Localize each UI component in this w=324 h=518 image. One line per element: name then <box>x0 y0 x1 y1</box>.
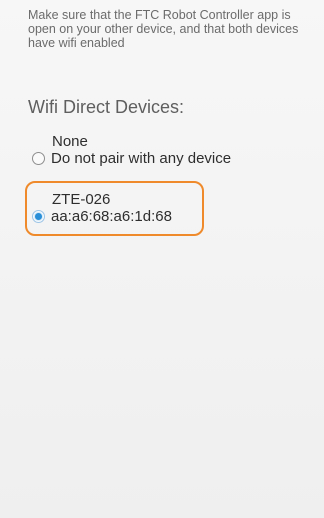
device-name: ZTE-026 <box>52 191 111 208</box>
device-name: None <box>52 133 88 150</box>
device-option-text: None Do not pair with any device <box>51 133 231 167</box>
device-detail: aa:a6:68:a6:1d:68 <box>51 208 172 225</box>
pairing-screen: Make sure that the FTC Robot Controller … <box>0 0 324 518</box>
device-option-text: ZTE-026 aa:a6:68:a6:1d:68 <box>51 191 172 225</box>
instruction-text: Make sure that the FTC Robot Controller … <box>28 8 299 50</box>
radio-unchecked-icon[interactable] <box>32 152 45 165</box>
device-option-zte-026[interactable]: ZTE-026 aa:a6:68:a6:1d:68 <box>32 191 172 225</box>
device-option-none[interactable]: None Do not pair with any device <box>32 133 231 167</box>
device-detail: Do not pair with any device <box>51 150 232 167</box>
radio-checked-icon[interactable] <box>32 210 45 223</box>
section-title: Wifi Direct Devices: <box>28 97 185 117</box>
